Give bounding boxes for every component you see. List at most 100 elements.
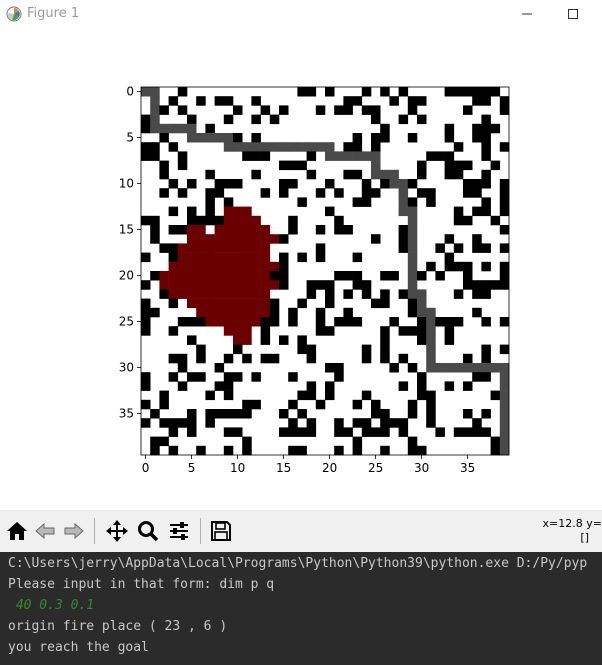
obstacle-cell bbox=[453, 243, 464, 253]
obstacle-cell bbox=[205, 409, 215, 419]
path-cell bbox=[407, 225, 418, 235]
obstacle-cell bbox=[481, 169, 491, 180]
obstacle-cell bbox=[453, 289, 464, 299]
fire-cell bbox=[233, 261, 243, 272]
obstacle-cell bbox=[499, 243, 510, 253]
obstacle-cell bbox=[177, 151, 188, 161]
save-button[interactable] bbox=[207, 516, 235, 546]
obstacle-cell bbox=[417, 390, 427, 401]
fire-cell bbox=[260, 261, 271, 272]
obstacle-cell bbox=[260, 326, 271, 336]
obstacle-cell bbox=[325, 381, 335, 391]
fire-cell bbox=[260, 271, 271, 281]
obstacle-cell bbox=[426, 399, 436, 410]
obstacle-cell bbox=[260, 105, 271, 115]
obstacle-cell bbox=[325, 206, 335, 217]
obstacle-cell bbox=[490, 123, 501, 134]
obstacle-cell bbox=[426, 188, 436, 198]
figure-canvas[interactable]: 0 5 10 15 20 25 30 35 0 5 10 15 20 25 30 35 bbox=[0, 28, 602, 510]
obstacle-cell bbox=[463, 427, 473, 437]
fire-cell bbox=[196, 271, 206, 281]
fire-cell bbox=[177, 271, 188, 281]
path-cell bbox=[187, 123, 197, 134]
obstacle-cell bbox=[315, 225, 326, 235]
window-title-bar: Figure 1 bbox=[0, 0, 602, 28]
obstacle-cell bbox=[499, 317, 510, 327]
obstacle-cell bbox=[352, 418, 363, 428]
pan-button[interactable] bbox=[103, 516, 131, 546]
obstacle-cell bbox=[343, 225, 353, 235]
back-button[interactable] bbox=[31, 516, 59, 546]
obstacle-cell bbox=[168, 179, 179, 189]
obstacle-cell bbox=[306, 169, 317, 180]
obstacle-cell bbox=[435, 243, 445, 253]
home-button[interactable] bbox=[3, 516, 31, 546]
path-cell bbox=[389, 169, 399, 180]
obstacle-cell bbox=[453, 169, 464, 180]
obstacle-cell bbox=[251, 399, 261, 410]
fire-cell bbox=[233, 243, 243, 253]
obstacle-cell bbox=[288, 372, 298, 382]
fire-cell bbox=[260, 280, 271, 290]
obstacle-cell bbox=[481, 114, 491, 125]
obstacle-cell bbox=[472, 179, 482, 189]
obstacle-cell bbox=[398, 114, 409, 125]
obstacle-cell bbox=[380, 123, 390, 134]
obstacle-cell bbox=[380, 445, 390, 456]
obstacle-cell bbox=[297, 298, 307, 309]
console-goal-message: you reach the goal bbox=[8, 640, 149, 655]
obstacle-cell bbox=[187, 179, 197, 189]
obstacle-cell bbox=[398, 418, 409, 428]
fire-cell bbox=[223, 317, 234, 327]
obstacle-cell bbox=[223, 381, 234, 391]
obstacle-cell bbox=[297, 445, 307, 456]
obstacle-cell bbox=[288, 399, 298, 410]
fire-cell bbox=[205, 234, 215, 244]
zoom-button[interactable] bbox=[134, 516, 162, 546]
run-console[interactable]: C:\Users\jerry\AppData\Local\Programs\Py… bbox=[0, 552, 602, 665]
home-icon bbox=[7, 522, 27, 540]
obstacle-cell bbox=[463, 409, 473, 419]
obstacle-cell bbox=[168, 252, 179, 263]
fire-cell bbox=[205, 243, 215, 253]
obstacle-cell bbox=[141, 123, 151, 134]
fire-cell bbox=[251, 271, 261, 281]
obstacle-cell bbox=[380, 271, 390, 281]
y-tick-label: 25 bbox=[119, 315, 134, 329]
obstacle-cell bbox=[214, 409, 225, 419]
obstacle-cell bbox=[407, 105, 418, 115]
obstacle-cell bbox=[214, 179, 225, 189]
obstacle-cell bbox=[499, 280, 510, 290]
obstacle-cell bbox=[453, 160, 464, 171]
obstacle-cell bbox=[205, 169, 215, 180]
obstacle-cell bbox=[417, 271, 427, 281]
obstacle-cell bbox=[334, 445, 344, 456]
y-axis-ticks: 0 5 10 15 20 25 30 35 bbox=[119, 85, 141, 421]
obstacle-cell bbox=[334, 188, 344, 198]
forward-button[interactable] bbox=[60, 516, 88, 546]
obstacle-cell bbox=[407, 436, 418, 447]
obstacle-cell bbox=[306, 289, 317, 299]
obstacle-cell bbox=[187, 215, 197, 226]
configure-subplots-button[interactable] bbox=[165, 516, 193, 546]
path-cell bbox=[214, 133, 225, 143]
fire-cell bbox=[242, 271, 252, 281]
toolbar-separator bbox=[94, 518, 95, 544]
path-cell bbox=[352, 151, 363, 161]
fire-cell bbox=[269, 234, 280, 244]
obstacle-cell bbox=[472, 427, 482, 437]
obstacle-cell bbox=[279, 188, 289, 198]
obstacle-cell bbox=[398, 289, 409, 299]
obstacle-cell bbox=[371, 114, 381, 125]
path-cell bbox=[398, 188, 409, 198]
obstacle-cell bbox=[168, 427, 179, 437]
path-cell bbox=[371, 160, 381, 171]
obstacle-cell bbox=[407, 363, 418, 373]
obstacle-cell bbox=[141, 298, 151, 309]
fire-cell bbox=[251, 261, 261, 272]
path-cell bbox=[407, 252, 418, 263]
obstacle-cell bbox=[407, 179, 418, 189]
fire-cell bbox=[196, 234, 206, 244]
minimize-button[interactable] bbox=[504, 0, 550, 28]
maximize-button[interactable] bbox=[550, 0, 596, 28]
